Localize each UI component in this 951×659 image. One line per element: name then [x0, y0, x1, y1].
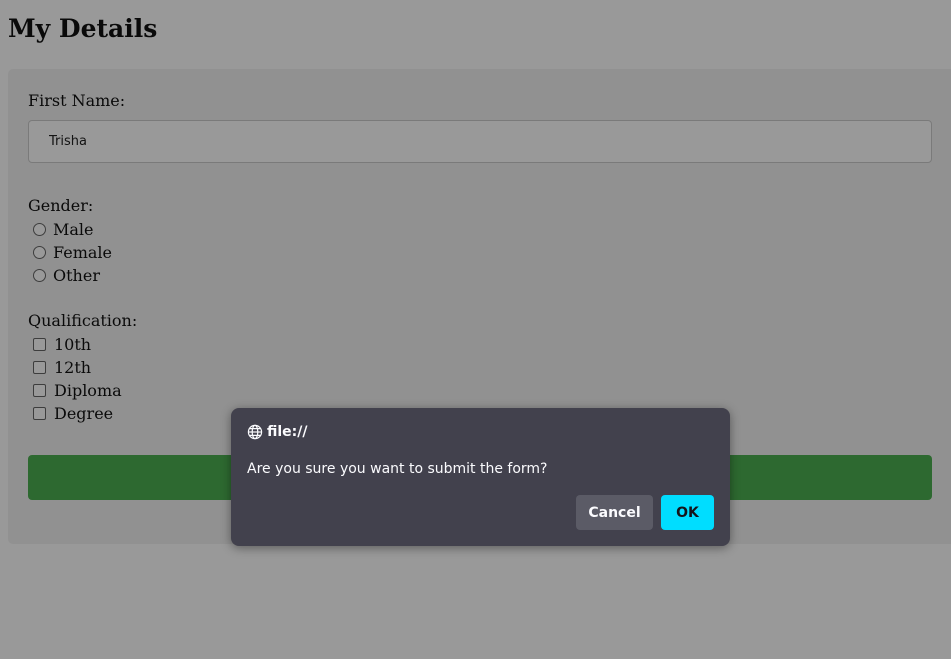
dialog-origin: file://: [247, 424, 308, 440]
dialog-message: Are you sure you want to submit the form…: [247, 461, 548, 477]
modal-backdrop: [0, 0, 951, 659]
dialog-origin-text: file://: [267, 424, 308, 440]
ok-button[interactable]: OK: [661, 495, 714, 530]
globe-icon: [247, 424, 263, 440]
confirm-dialog: file:// Are you sure you want to submit …: [231, 408, 730, 546]
cancel-button[interactable]: Cancel: [576, 495, 653, 530]
